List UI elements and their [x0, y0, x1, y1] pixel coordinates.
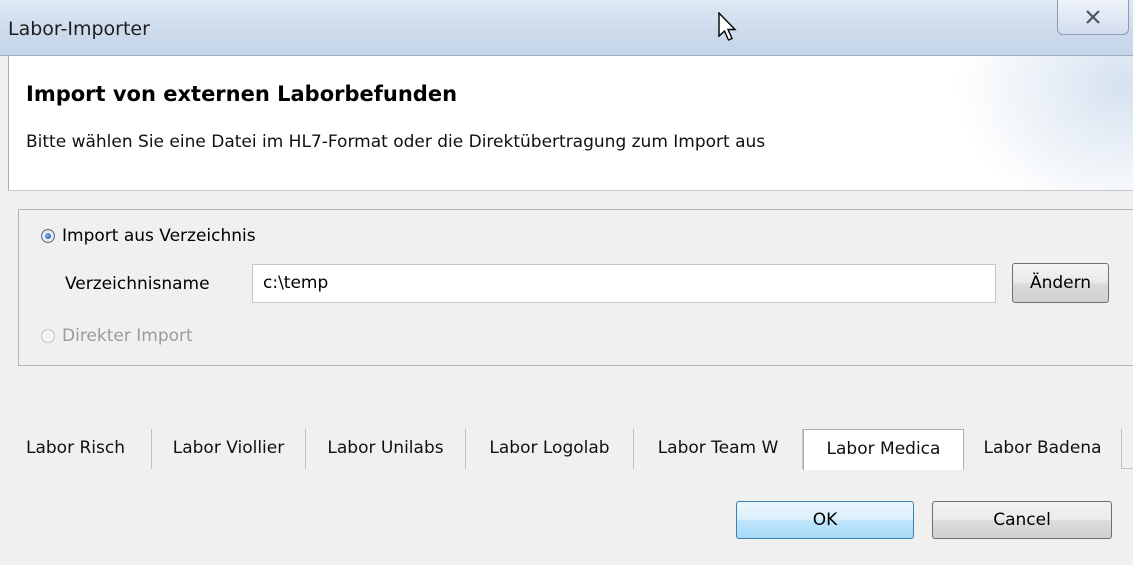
change-directory-button[interactable]: Ändern	[1012, 263, 1109, 303]
tab-labor-risch[interactable]: Labor Risch	[0, 429, 152, 469]
tab-labor-team-w[interactable]: Labor Team W	[634, 429, 803, 469]
tab-labor-logolab[interactable]: Labor Logolab	[466, 429, 634, 469]
directory-name-label: Verzeichnisname	[65, 274, 210, 294]
title-bar: Labor-Importer	[0, 0, 1133, 56]
radio-import-directory-label: Import aus Verzeichnis	[62, 226, 256, 246]
directory-name-input[interactable]: c:\temp	[252, 264, 996, 303]
close-icon	[1086, 10, 1100, 24]
ok-button[interactable]: OK	[736, 501, 914, 539]
header-description: Bitte wählen Sie eine Datei im HL7-Forma…	[26, 132, 766, 152]
cancel-button[interactable]: Cancel	[932, 501, 1112, 539]
header-title: Import von externen Laborbefunden	[26, 82, 458, 106]
tab-labor-unilabs[interactable]: Labor Unilabs	[306, 429, 466, 469]
tab-labor-medica[interactable]: Labor Medica	[803, 429, 964, 470]
tab-labor-viollier[interactable]: Labor Viollier	[152, 429, 306, 469]
header-separator	[8, 190, 1133, 191]
window-title: Labor-Importer	[8, 18, 150, 40]
radio-direct-import: Direkter Import	[41, 326, 193, 346]
radio-direct-import-label: Direkter Import	[62, 326, 193, 346]
mouse-pointer-icon	[718, 12, 737, 41]
radio-unchecked-icon	[41, 329, 55, 343]
radio-import-directory[interactable]: Import aus Verzeichnis	[41, 226, 256, 246]
import-source-group: Import aus Verzeichnis Verzeichnisname c…	[18, 209, 1133, 366]
tab-labor-badena[interactable]: Labor Badena	[964, 429, 1122, 469]
close-button[interactable]	[1057, 0, 1129, 35]
radio-checked-icon[interactable]	[41, 229, 55, 243]
dialog-header: Import von externen Laborbefunden Bitte …	[8, 56, 1133, 190]
